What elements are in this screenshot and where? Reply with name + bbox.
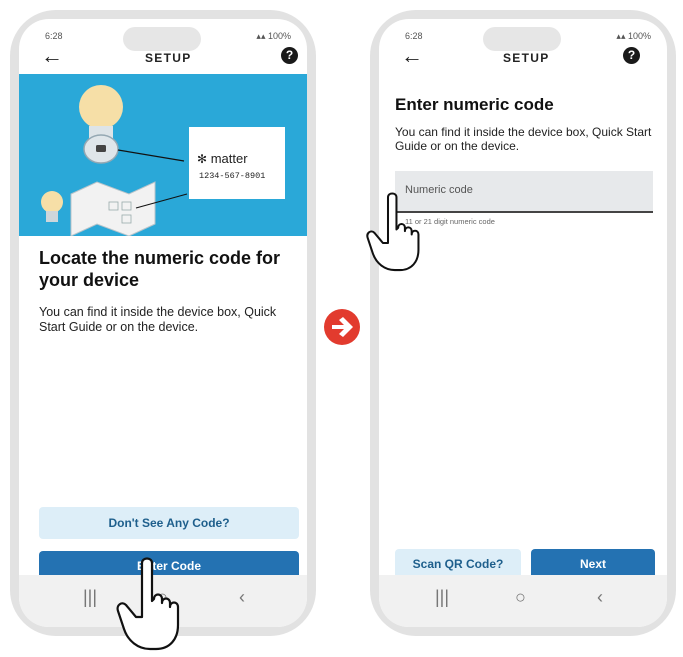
page-heading: Locate the numeric code for your device bbox=[39, 248, 281, 290]
right-phone-screen: 6:28 ▴▴ 100% ← SETUP ? Enter numeric cod… bbox=[379, 19, 667, 627]
signal-icon: ▴▴ bbox=[616, 31, 628, 41]
next-step-arrow-icon bbox=[324, 309, 360, 345]
page-description: You can find it inside the device box, Q… bbox=[39, 305, 277, 334]
back-arrow-icon[interactable]: ← bbox=[41, 45, 63, 67]
signal-icon: ▴▴ bbox=[256, 31, 268, 41]
page-heading: Enter numeric code bbox=[395, 95, 554, 114]
matter-logo-icon: ✻ bbox=[197, 152, 208, 166]
recents-icon[interactable]: ||| bbox=[435, 587, 449, 608]
status-time: 6:28 bbox=[45, 31, 63, 41]
numeric-code-input[interactable]: Numeric code bbox=[395, 171, 653, 213]
matter-code-value: 1234-567-8901 bbox=[199, 171, 266, 181]
status-icons: ▴▴ 100% bbox=[256, 31, 291, 41]
matter-brand-label: matter bbox=[210, 151, 248, 166]
help-icon[interactable]: ? bbox=[623, 47, 640, 64]
nav-back-icon[interactable]: ‹ bbox=[239, 587, 245, 608]
tap-hand-icon bbox=[366, 192, 420, 272]
tap-hand-icon bbox=[116, 557, 180, 651]
left-phone-frame: 6:28 ▴▴ 100% ← SETUP ? ✻ matter 1234-567… bbox=[10, 10, 316, 636]
status-time: 6:28 bbox=[405, 31, 423, 41]
nav-back-icon[interactable]: ‹ bbox=[597, 587, 603, 608]
setup-illustration-banner: ✻ matter 1234-567-8901 bbox=[19, 74, 307, 236]
right-phone-frame: 6:28 ▴▴ 100% ← SETUP ? Enter numeric cod… bbox=[370, 10, 676, 636]
status-icons: ▴▴ 100% bbox=[616, 31, 651, 41]
left-phone-screen: 6:28 ▴▴ 100% ← SETUP ? ✻ matter 1234-567… bbox=[19, 19, 307, 627]
camera-notch bbox=[483, 27, 561, 51]
back-arrow-icon[interactable]: ← bbox=[401, 45, 423, 67]
header-title: SETUP bbox=[145, 51, 192, 65]
matter-logo: ✻ matter bbox=[197, 151, 248, 166]
page-description: You can find it inside the device box, Q… bbox=[395, 125, 652, 153]
matter-code-card: ✻ matter 1234-567-8901 bbox=[189, 127, 285, 199]
dont-see-code-button[interactable]: Don't See Any Code? bbox=[39, 507, 299, 539]
recents-icon[interactable]: ||| bbox=[83, 587, 97, 608]
help-icon[interactable]: ? bbox=[281, 47, 298, 64]
home-icon[interactable]: ○ bbox=[515, 587, 526, 608]
camera-notch bbox=[123, 27, 201, 51]
system-nav-bar: ||| ○ ‹ bbox=[379, 575, 667, 627]
header-title: SETUP bbox=[503, 51, 550, 65]
lightbulb-icon bbox=[79, 85, 123, 129]
